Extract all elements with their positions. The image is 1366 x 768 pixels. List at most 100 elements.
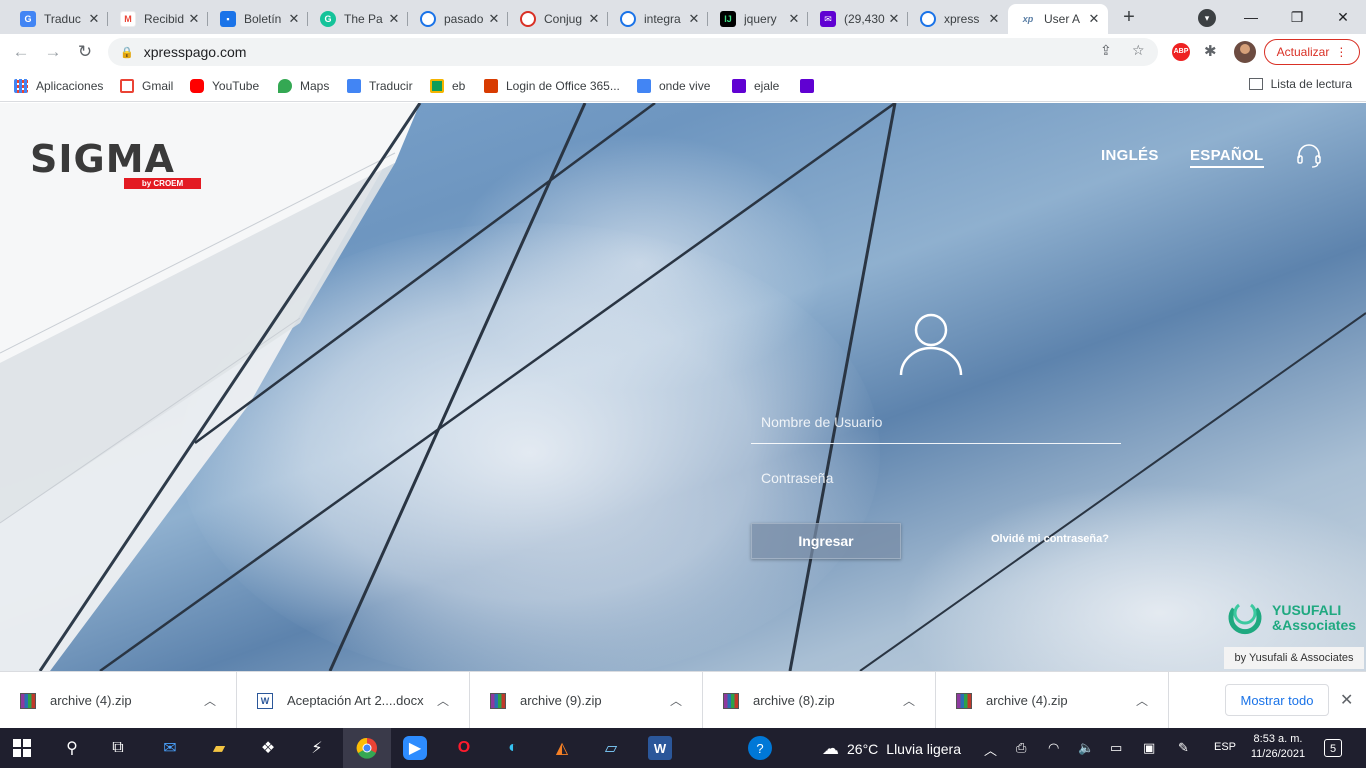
bookmark-onde-vive[interactable]: onde vive (637, 77, 710, 95)
yahoo-mail-icon: ✉ (820, 11, 836, 27)
chevron-up-icon[interactable]: ︿ (200, 692, 220, 709)
zoom-icon[interactable]: ▶ (403, 736, 427, 760)
tab-0[interactable]: G Traduc ✕ (8, 4, 108, 34)
bookmark-label: Gmail (142, 79, 174, 93)
task-view-icon[interactable]: ⧉ (106, 736, 130, 760)
bookmark-star-icon[interactable]: ☆ (1132, 42, 1145, 59)
bookmark-apps[interactable]: Aplicaciones (14, 77, 103, 95)
close-icon[interactable]: ✕ (1340, 690, 1353, 710)
chevron-up-icon[interactable]: ︿ (666, 692, 686, 709)
chevron-up-icon[interactable]: ︿ (433, 692, 453, 709)
forgot-password-link[interactable]: Olvidé mi contraseña? (991, 533, 1109, 545)
download-item[interactable]: archive (9).zip ︿ (470, 672, 703, 729)
tab-5[interactable]: Conjug ✕ (508, 4, 608, 34)
lang-english-link[interactable]: INGLÉS (1101, 147, 1159, 164)
close-icon[interactable]: ✕ (1086, 11, 1102, 27)
file-explorer-icon[interactable]: ▰ (207, 736, 231, 760)
adblock-plus-icon[interactable]: ABP (1172, 43, 1190, 61)
url-input[interactable] (143, 44, 1044, 60)
bookmark-yahoo-mail[interactable] (800, 77, 822, 95)
tab-6[interactable]: integra ✕ (608, 4, 708, 34)
password-input[interactable] (751, 456, 1121, 500)
close-icon[interactable]: ✕ (486, 11, 502, 27)
show-all-downloads-button[interactable]: Mostrar todo (1225, 684, 1329, 716)
tab-7[interactable]: IJ jquery ✕ (708, 4, 808, 34)
winrar-icon (956, 692, 972, 709)
display-icon[interactable]: ▣ (1143, 740, 1155, 756)
share-icon[interactable]: ⇪ (1100, 42, 1112, 59)
pen-icon[interactable]: ✎ (1178, 740, 1189, 756)
tab-search-icon[interactable]: ▾ (1198, 9, 1216, 27)
profile-avatar[interactable] (1234, 41, 1256, 63)
close-icon[interactable]: ✕ (986, 11, 1002, 27)
chrome-icon[interactable] (343, 728, 391, 768)
tab-4[interactable]: pasado ✕ (408, 4, 508, 34)
close-icon[interactable]: ✕ (686, 11, 702, 27)
close-icon[interactable]: ✕ (286, 11, 302, 27)
username-input[interactable] (751, 400, 1121, 443)
close-icon[interactable]: ✕ (786, 11, 802, 27)
close-icon[interactable]: ✕ (186, 11, 202, 27)
maximize-icon[interactable]: ❐ (1274, 0, 1320, 34)
partner-badge[interactable]: YUSUFALI &Associates by Yusufali & Assoc… (1224, 599, 1366, 671)
new-tab-button[interactable]: + (1118, 7, 1140, 29)
weather-widget[interactable]: ☁ 26°C Lluvia ligera (822, 739, 961, 759)
close-icon[interactable]: ✕ (386, 11, 402, 27)
windows-start-icon[interactable] (10, 736, 34, 760)
bookmark-office[interactable]: Login de Office 365... (484, 77, 620, 95)
sigma-logo[interactable]: SIGMA by CROEM (30, 139, 205, 191)
tab-1[interactable]: M Recibid ✕ (108, 4, 208, 34)
bookmark-eb[interactable]: eb (430, 77, 465, 95)
update-button[interactable]: Actualizar ⋮ (1264, 39, 1360, 65)
search-icon[interactable]: ⚲ (60, 736, 84, 760)
minimize-icon[interactable]: — (1228, 0, 1274, 34)
support-headset-icon[interactable] (1296, 143, 1322, 169)
close-icon[interactable]: ✕ (886, 11, 902, 27)
forward-icon[interactable]: → (42, 41, 64, 63)
chevron-up-icon[interactable]: ︿ (984, 740, 997, 759)
bookmark-ejale[interactable]: ejale (732, 77, 779, 95)
bookmark-translate[interactable]: Traducir (347, 77, 413, 95)
reading-list[interactable]: Lista de lectura (1248, 77, 1352, 91)
tab-8[interactable]: ✉ (29,430 ✕ (808, 4, 908, 34)
download-item[interactable]: archive (4).zip ︿ (0, 672, 237, 729)
download-item[interactable]: W Aceptación Art 2....docx ︿ (237, 672, 470, 729)
input-language[interactable]: ESP (1214, 741, 1236, 753)
opera-icon[interactable]: O (452, 736, 476, 760)
app-icon[interactable]: ⚡ (305, 736, 329, 760)
notification-center-icon[interactable]: 5 (1324, 739, 1342, 757)
sublime-icon[interactable]: ◭ (550, 736, 574, 760)
bookmark-youtube[interactable]: YouTube (190, 77, 259, 95)
notepad-icon[interactable]: ▱ (599, 736, 623, 760)
login-button[interactable]: Ingresar (751, 523, 901, 559)
meet-icon[interactable]: ⎙ (1016, 740, 1026, 756)
close-icon[interactable]: ✕ (86, 11, 102, 27)
reload-icon[interactable]: ↻ (74, 41, 96, 63)
user-avatar-icon (899, 313, 963, 376)
wifi-icon[interactable]: ◠ (1048, 740, 1059, 756)
download-item[interactable]: archive (8).zip ︿ (703, 672, 936, 729)
download-item[interactable]: archive (4).zip ︿ (936, 672, 1169, 729)
extensions-puzzle-icon[interactable]: ✱ (1204, 42, 1217, 60)
bookmark-gmail[interactable]: Gmail (120, 77, 173, 95)
lang-spanish-link[interactable]: ESPAÑOL (1190, 147, 1264, 168)
mail-icon[interactable]: ✉ (158, 736, 182, 760)
help-icon[interactable]: ? (748, 736, 772, 760)
close-icon[interactable]: ✕ (586, 11, 602, 27)
tab-3[interactable]: G The Pa ✕ (308, 4, 408, 34)
battery-icon[interactable]: ▭ (1110, 740, 1122, 756)
edge-icon[interactable]: ◐ (501, 736, 525, 760)
tab-2[interactable]: ▪ Boletín ✕ (208, 4, 308, 34)
chevron-up-icon[interactable]: ︿ (1132, 692, 1152, 709)
address-bar[interactable]: 🔒 ⇪ ☆ (108, 38, 1158, 66)
dropbox-icon[interactable]: ❖ (256, 736, 280, 760)
tab-10-active[interactable]: xp User A ✕ (1008, 4, 1108, 34)
back-icon[interactable]: ← (10, 41, 32, 63)
chevron-up-icon[interactable]: ︿ (899, 692, 919, 709)
word-icon[interactable]: W (648, 736, 672, 760)
volume-icon[interactable]: 🔈 (1078, 740, 1094, 756)
bookmark-maps[interactable]: Maps (278, 77, 329, 95)
close-window-icon[interactable]: ✕ (1320, 0, 1366, 34)
clock[interactable]: 8:53 a. m. 11/26/2021 (1250, 732, 1306, 762)
tab-9[interactable]: xpress ✕ (908, 4, 1008, 34)
